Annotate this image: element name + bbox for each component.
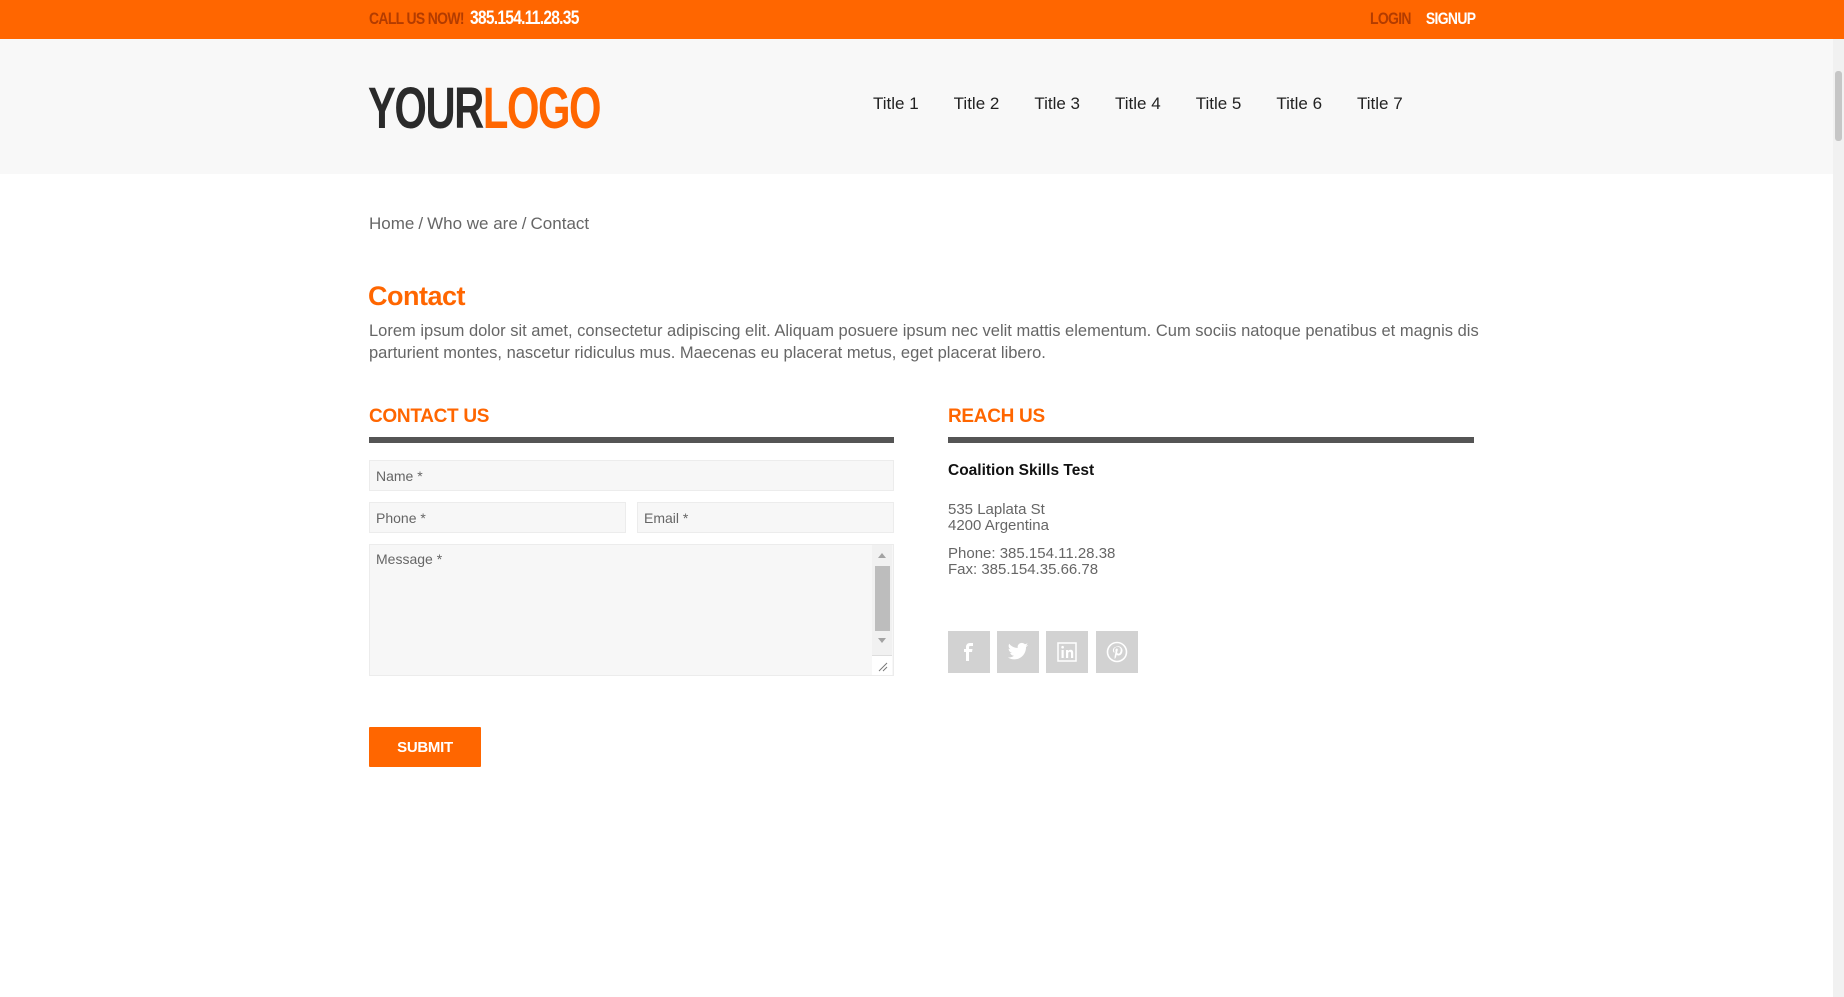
top-bar-inner: CALL US NOW! 385.154.11.28.35 LOGIN SIGN… — [369, 0, 1476, 39]
nav-item-title-2[interactable]: Title 2 — [954, 94, 1000, 118]
phone-input[interactable] — [369, 502, 626, 533]
name-input[interactable] — [369, 460, 894, 491]
breadcrumb-separator: / — [418, 214, 424, 233]
top-phone-number: 385.154.11.28.35 — [470, 8, 579, 29]
signup-link[interactable]: SIGNUP — [1425, 9, 1475, 29]
logo-part-logo: LOGO — [482, 76, 602, 141]
message-textarea[interactable] — [369, 544, 894, 676]
contact-us-rule — [369, 437, 894, 443]
breadcrumb-who-we-are[interactable]: Who we are — [427, 214, 518, 233]
breadcrumb-home[interactable]: Home — [369, 214, 414, 233]
message-scrollbar[interactable] — [872, 545, 892, 675]
resize-grip-icon[interactable] — [872, 655, 892, 675]
page-title: Contact — [368, 281, 466, 311]
call-us-label: CALL US NOW! — [369, 9, 465, 28]
linkedin-link[interactable] — [1046, 631, 1088, 673]
pinterest-link[interactable] — [1096, 631, 1138, 673]
phone-text: Phone: 385.154.11.28.38 — [948, 545, 1116, 562]
email-input[interactable] — [637, 502, 894, 533]
nav-item-title-5[interactable]: Title 5 — [1196, 94, 1242, 118]
facebook-link[interactable] — [948, 631, 990, 673]
scroll-up-arrow-icon[interactable] — [878, 553, 886, 558]
page-scrollbar[interactable] — [1833, 39, 1844, 997]
breadcrumb-current: Contact — [530, 214, 590, 233]
breadcrumb-separator: / — [521, 214, 527, 233]
reach-us-heading: REACH US — [948, 406, 1045, 427]
site-header: YOURLOGO Title 1 Title 2 Title 3 Title 4… — [0, 39, 1844, 174]
breadcrumb: Home / Who we are / Contact — [369, 214, 589, 234]
nav-item-title-4[interactable]: Title 4 — [1115, 94, 1161, 118]
submit-button[interactable]: SUBMIT — [369, 727, 481, 767]
nav-item-title-6[interactable]: Title 6 — [1276, 94, 1322, 118]
fax-text: Fax: 385.154.35.66.78 — [948, 561, 1099, 578]
main-nav: Title 1 Title 2 Title 3 Title 4 Title 5 … — [873, 94, 1438, 118]
pinterest-icon — [1106, 641, 1128, 663]
nav-item-title-3[interactable]: Title 3 — [1034, 94, 1080, 118]
contact-us-heading: CONTACT US — [369, 406, 490, 427]
site-logo[interactable]: YOURLOGO — [368, 80, 602, 138]
intro-text: Lorem ipsum dolor sit amet, consectetur … — [369, 322, 1479, 362]
top-bar: CALL US NOW! 385.154.11.28.35 LOGIN SIGN… — [0, 0, 1844, 39]
address-line-1: 535 Laplata St — [948, 501, 1045, 518]
nav-item-title-7[interactable]: Title 7 — [1357, 94, 1403, 118]
address-line-2: 4200 Argentina — [948, 517, 1049, 534]
logo-part-your: YOUR — [368, 76, 484, 141]
nav-item-title-1[interactable]: Title 1 — [873, 94, 919, 118]
twitter-link[interactable] — [997, 631, 1039, 673]
twitter-icon — [1007, 642, 1029, 662]
page-scrollbar-thumb[interactable] — [1835, 71, 1842, 141]
login-link[interactable]: LOGIN — [1370, 9, 1412, 29]
company-name: Coalition Skills Test — [948, 462, 1095, 479]
reach-us-rule — [948, 437, 1474, 443]
linkedin-icon — [1057, 642, 1077, 662]
facebook-icon — [959, 642, 979, 662]
scroll-down-arrow-icon[interactable] — [878, 638, 886, 643]
message-scrollbar-thumb[interactable] — [875, 566, 890, 631]
